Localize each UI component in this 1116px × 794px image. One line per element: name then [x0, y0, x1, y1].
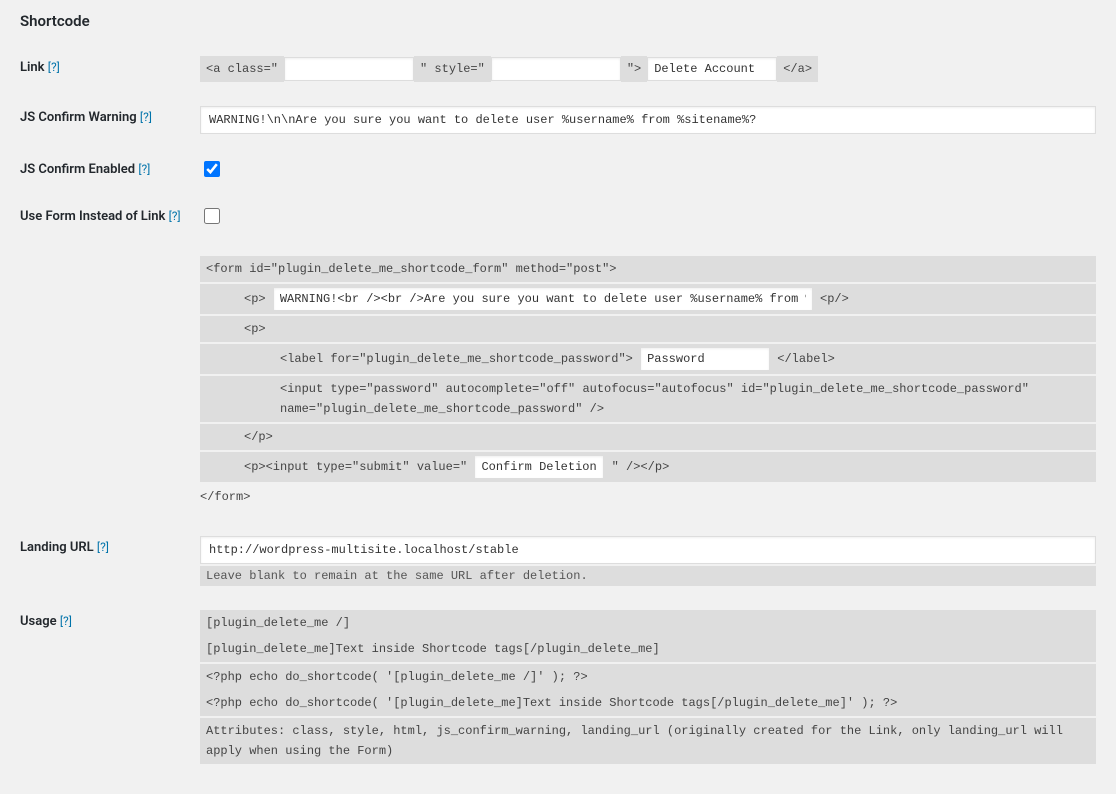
code-line: <p> <p/> [200, 284, 1096, 314]
code-line: <input type="password" autocomplete="off… [200, 376, 1096, 422]
code-segment: " /></p> [612, 460, 670, 474]
landing-url-label: Landing URL [20, 540, 94, 555]
code-line: <p> [200, 316, 1096, 342]
code-line: <p><input type="submit" value=" " /></p> [200, 452, 1096, 482]
usage-line: [plugin_delete_me /] [200, 610, 1096, 636]
code-segment: " style=" [414, 56, 491, 82]
js-enabled-label: JS Confirm Enabled [20, 162, 135, 177]
usage-line: <?php echo do_shortcode( '[plugin_delete… [200, 664, 1096, 690]
code-segment: <a class=" [200, 56, 284, 82]
code-segment: <p> [244, 292, 266, 306]
use-form-checkbox[interactable] [204, 208, 220, 224]
code-segment: <p><input type="submit" value=" [244, 460, 467, 474]
usage-line: Attributes: class, style, html, js_confi… [200, 718, 1096, 764]
usage-label: Usage [20, 614, 57, 629]
code-line: </p> [200, 424, 1096, 450]
help-icon[interactable]: [?] [48, 60, 60, 74]
code-line: <form id="plugin_delete_me_shortcode_for… [200, 256, 1096, 282]
code-segment: "> [621, 56, 647, 82]
code-line: </form> [200, 484, 1096, 510]
code-segment: <label for="plugin_delete_me_shortcode_p… [280, 352, 633, 366]
link-class-input[interactable] [284, 57, 414, 81]
help-icon[interactable]: [?] [60, 614, 72, 628]
use-form-label: Use Form Instead of Link [20, 209, 165, 224]
js-enabled-checkbox[interactable] [204, 161, 220, 177]
code-line: <label for="plugin_delete_me_shortcode_p… [200, 344, 1096, 374]
settings-table: Link [?] <a class="" style=""></a> JS Co… [20, 48, 1096, 782]
usage-line: <?php echo do_shortcode( '[plugin_delete… [200, 690, 1096, 716]
form-warning-input[interactable] [273, 287, 813, 311]
usage-block: [plugin_delete_me /] [plugin_delete_me]T… [200, 610, 1096, 764]
help-icon[interactable]: [?] [140, 110, 152, 124]
form-submit-value-input[interactable] [474, 455, 604, 479]
help-icon[interactable]: [?] [97, 540, 109, 554]
js-warning-label: JS Confirm Warning [20, 110, 137, 125]
code-segment: </label> [777, 352, 835, 366]
form-preview: <form id="plugin_delete_me_shortcode_for… [200, 256, 1096, 510]
section-title: Shortcode [20, 12, 1096, 30]
help-icon[interactable]: [?] [169, 209, 181, 223]
landing-url-description: Leave blank to remain at the same URL af… [200, 566, 1096, 586]
form-password-label-input[interactable] [640, 347, 770, 371]
usage-line: [plugin_delete_me]Text inside Shortcode … [200, 636, 1096, 662]
code-segment: <p/> [820, 292, 849, 306]
code-segment: </a> [777, 56, 818, 82]
link-style-input[interactable] [491, 57, 621, 81]
js-warning-input[interactable] [200, 106, 1096, 134]
link-label: Link [20, 60, 45, 75]
help-icon[interactable]: [?] [138, 162, 150, 176]
link-code-strip: <a class="" style=""></a> [200, 62, 818, 76]
link-text-input[interactable] [647, 57, 777, 81]
